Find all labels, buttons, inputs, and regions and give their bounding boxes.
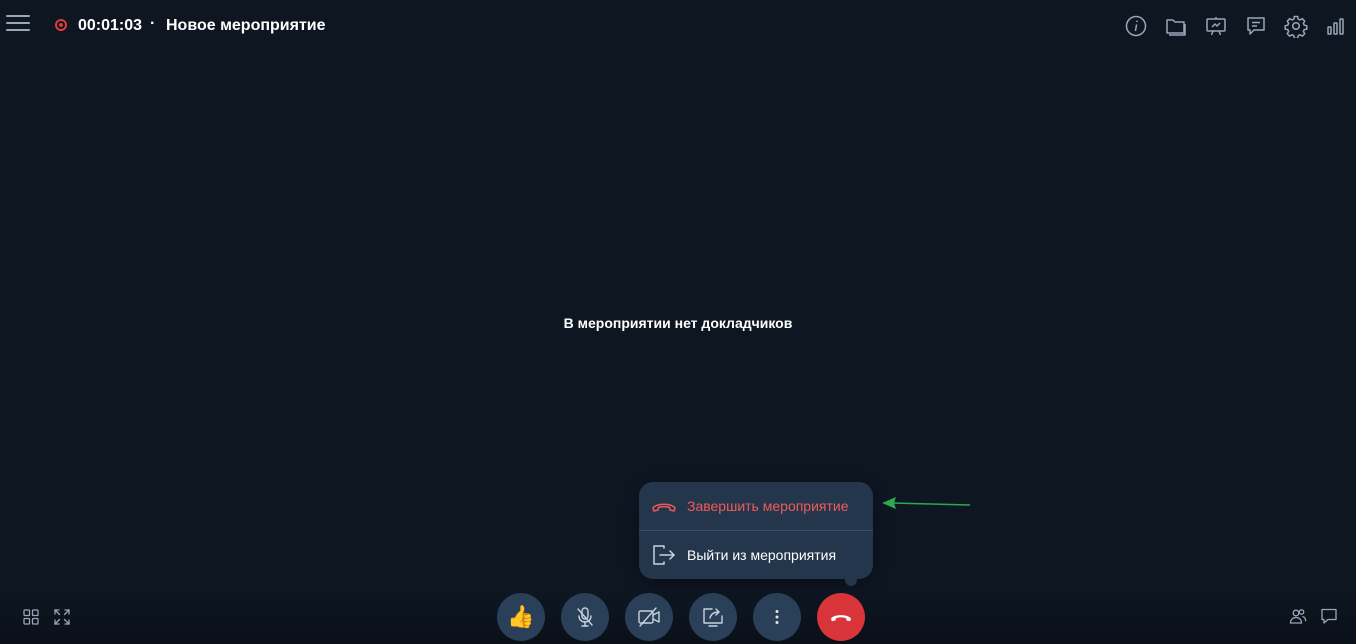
info-icon[interactable]	[1124, 14, 1148, 38]
grid-layout-icon[interactable]	[22, 608, 40, 626]
gear-icon[interactable]	[1284, 14, 1308, 39]
phone-hangup-icon	[831, 615, 851, 622]
signal-bars-icon[interactable]	[1324, 14, 1348, 38]
presentation-icon[interactable]	[1204, 14, 1228, 38]
thumbs-up-icon: 👍	[507, 604, 535, 629]
end-event-menu-item[interactable]: Завершить мероприятие	[639, 482, 873, 530]
microphone-button[interactable]	[561, 593, 609, 641]
exit-icon	[653, 545, 675, 565]
leave-event-menu-item[interactable]: Выйти из мероприятия	[639, 531, 873, 579]
microphone-off-icon	[577, 607, 593, 627]
fullscreen-icon[interactable]	[53, 608, 71, 626]
folder-icon[interactable]	[1164, 14, 1188, 38]
reaction-button[interactable]: 👍	[497, 593, 545, 641]
more-button[interactable]	[753, 593, 801, 641]
recording-indicator-icon	[55, 19, 67, 31]
annotation-arrow-icon	[882, 497, 971, 509]
camera-button[interactable]	[625, 593, 673, 641]
share-screen-icon	[703, 608, 723, 627]
event-title: Новое мероприятие	[166, 17, 326, 34]
popup-tail	[845, 574, 857, 586]
hangup-button[interactable]	[817, 593, 865, 641]
more-vertical-icon	[775, 610, 779, 624]
no-speakers-message: В мероприятии нет докладчиков	[563, 315, 793, 331]
participants-icon[interactable]	[1289, 607, 1307, 625]
leave-event-label: Выйти из мероприятия	[687, 547, 837, 563]
chat-bubble-icon[interactable]	[1320, 607, 1338, 625]
hangup-icon	[652, 503, 676, 512]
chat-icon[interactable]	[1244, 14, 1268, 38]
end-event-label: Завершить мероприятие	[687, 498, 849, 514]
hangup-menu: Завершить мероприятие Выйти из мероприят…	[639, 482, 873, 586]
top-bar: 00:01:03 · Новое мероприятие	[0, 0, 1356, 52]
camera-off-icon	[638, 607, 660, 627]
hamburger-menu-icon[interactable]	[6, 15, 30, 35]
event-timer: 00:01:03	[78, 17, 143, 34]
share-screen-button[interactable]	[689, 593, 737, 641]
bottom-bar	[0, 588, 1356, 644]
conference-app: 00:01:03 · Новое мероприятие В мероприят…	[0, 0, 1356, 644]
title-separator: ·	[150, 15, 156, 32]
